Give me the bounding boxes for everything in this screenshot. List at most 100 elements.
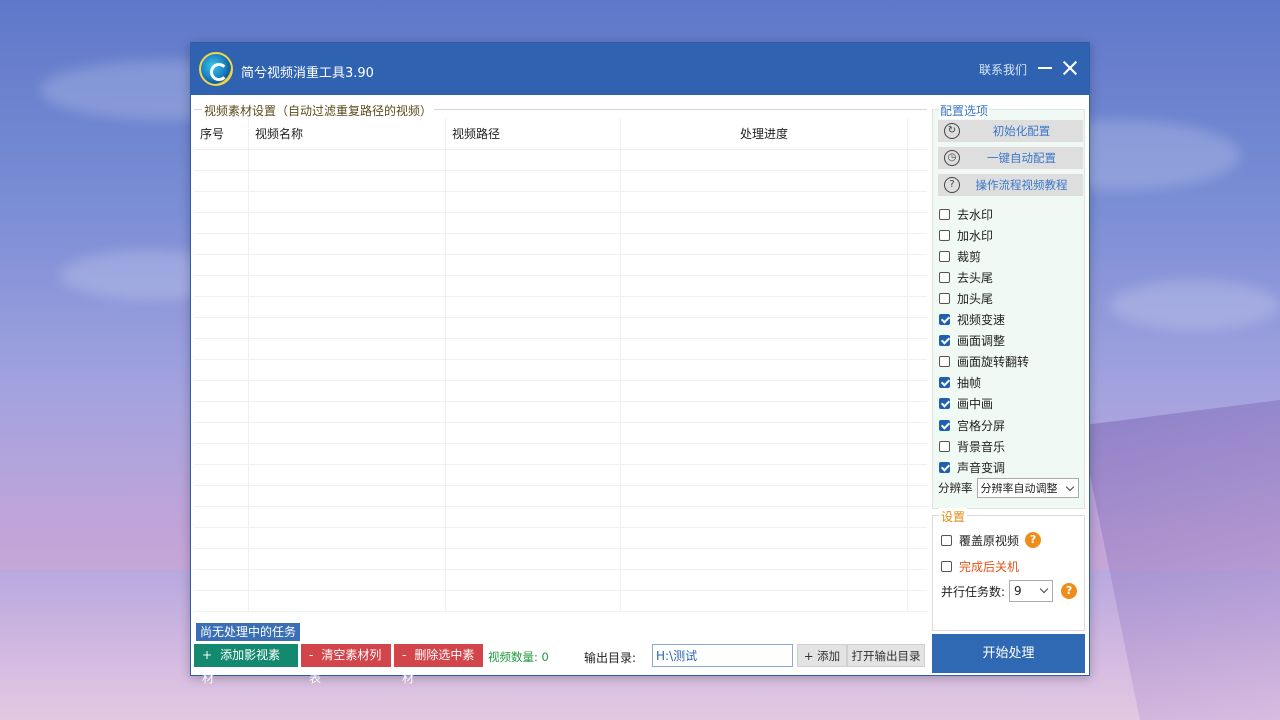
output-dir-input[interactable] xyxy=(652,644,793,667)
option-checkbox[interactable] xyxy=(939,229,950,241)
table-cell xyxy=(249,276,446,296)
table-row[interactable] xyxy=(194,234,927,255)
option-checkbox[interactable] xyxy=(939,398,950,410)
column-header-path[interactable]: 视频路径 xyxy=(446,118,621,149)
table-row[interactable] xyxy=(194,297,927,318)
reset-icon: ↻ xyxy=(944,123,960,139)
help-icon[interactable]: ? xyxy=(1061,583,1078,599)
table-row[interactable] xyxy=(194,255,927,276)
table-cell xyxy=(908,570,927,590)
option-checkbox-row[interactable]: 视频变速 xyxy=(939,312,1005,328)
add-output-button[interactable]: + 添加 xyxy=(797,644,847,667)
option-checkbox-row[interactable]: 加水印 xyxy=(939,227,993,243)
table-row[interactable] xyxy=(194,381,927,402)
table-cell xyxy=(194,465,249,485)
table-row[interactable] xyxy=(194,423,927,444)
option-checkbox[interactable] xyxy=(939,461,950,473)
table-row[interactable] xyxy=(194,465,927,486)
close-icon[interactable] xyxy=(1059,56,1081,80)
table-cell xyxy=(621,192,908,212)
option-checkbox[interactable] xyxy=(939,419,950,431)
option-checkbox[interactable] xyxy=(939,440,950,452)
table-row[interactable] xyxy=(194,192,927,213)
tutorial-button[interactable]: ? 操作流程视频教程 xyxy=(938,174,1083,196)
option-label: 去水印 xyxy=(957,207,994,222)
option-checkbox-row[interactable]: 宫格分屏 xyxy=(939,417,1005,433)
overwrite-checkbox[interactable] xyxy=(941,534,952,546)
column-header-extra xyxy=(908,118,927,149)
parallel-tasks-select[interactable]: 9 xyxy=(1009,580,1054,602)
option-checkbox[interactable] xyxy=(939,335,950,347)
option-checkbox-row[interactable]: 去水印 xyxy=(939,206,993,222)
option-checkbox-row[interactable]: 去头尾 xyxy=(939,269,993,285)
option-checkbox-row[interactable]: 画面调整 xyxy=(939,333,1005,349)
option-checkbox-row[interactable]: 画中画 xyxy=(939,396,993,412)
table-cell xyxy=(621,234,908,254)
title-bar[interactable]: 简兮视频消重工具3.90 联系我们 xyxy=(191,43,1089,95)
add-material-button[interactable]: + 添加影视素材 xyxy=(194,644,298,685)
history-icon: ◷ xyxy=(944,150,960,166)
option-checkbox-row[interactable]: 声音变调 xyxy=(939,459,1005,475)
option-checkbox-row[interactable]: 画面旋转翻转 xyxy=(939,354,1029,370)
delete-selected-button[interactable]: - 删除选中素材 xyxy=(394,644,483,685)
table-cell xyxy=(621,423,908,443)
help-icon[interactable]: ? xyxy=(1025,532,1042,548)
option-label: 抽帧 xyxy=(957,376,982,391)
table-row[interactable] xyxy=(194,339,927,360)
table-cell xyxy=(249,255,446,275)
materials-table[interactable]: 序号 视频名称 视频路径 处理进度 xyxy=(194,118,927,620)
table-row[interactable] xyxy=(194,360,927,381)
option-checkbox[interactable] xyxy=(939,377,950,389)
start-processing-button[interactable]: 开始处理 xyxy=(932,634,1085,673)
table-row[interactable] xyxy=(194,591,927,612)
option-checkbox[interactable] xyxy=(939,356,950,368)
table-cell xyxy=(908,318,927,338)
resolution-row: 分辨率 分辨率自动调整 xyxy=(938,478,1079,498)
option-checkbox[interactable] xyxy=(939,271,950,283)
table-row[interactable] xyxy=(194,444,927,465)
table-cell xyxy=(249,297,446,317)
table-row[interactable] xyxy=(194,528,927,549)
table-row[interactable] xyxy=(194,276,927,297)
minus-icon: - xyxy=(309,648,314,662)
table-cell xyxy=(446,444,621,464)
table-row[interactable] xyxy=(194,486,927,507)
option-checkbox-row[interactable]: 抽帧 xyxy=(939,375,981,391)
table-row[interactable] xyxy=(194,171,927,192)
column-header-name[interactable]: 视频名称 xyxy=(249,118,446,149)
plus-icon: + xyxy=(202,648,213,662)
option-checkbox-row[interactable]: 背景音乐 xyxy=(939,438,1005,454)
shutdown-checkbox-row[interactable]: 完成后关机 xyxy=(941,558,1019,574)
table-cell xyxy=(194,423,249,443)
table-cell xyxy=(194,402,249,422)
table-cell xyxy=(908,150,927,170)
option-checkbox[interactable] xyxy=(939,292,950,304)
table-row[interactable] xyxy=(194,570,927,591)
auto-config-button[interactable]: ◷ 一键自动配置 xyxy=(938,147,1083,169)
table-row[interactable] xyxy=(194,318,927,339)
init-config-button[interactable]: ↻ 初始化配置 xyxy=(938,120,1083,142)
table-row[interactable] xyxy=(194,213,927,234)
table-cell xyxy=(446,402,621,422)
table-cell xyxy=(908,192,927,212)
option-checkbox-row[interactable]: 加头尾 xyxy=(939,290,993,306)
column-header-index[interactable]: 序号 xyxy=(194,118,249,149)
contact-us-link[interactable]: 联系我们 xyxy=(979,61,1027,78)
column-header-progress[interactable]: 处理进度 xyxy=(621,118,908,149)
table-row[interactable] xyxy=(194,507,927,528)
option-checkbox-row[interactable]: 裁剪 xyxy=(939,248,981,264)
table-cell xyxy=(621,381,908,401)
option-checkbox[interactable] xyxy=(939,314,950,325)
resolution-select[interactable]: 分辨率自动调整 xyxy=(976,478,1079,498)
option-checkbox[interactable] xyxy=(939,250,950,262)
clear-list-button[interactable]: - 清空素材列表 xyxy=(301,644,391,685)
table-row[interactable] xyxy=(194,150,927,171)
shutdown-checkbox[interactable] xyxy=(941,560,952,572)
table-row[interactable] xyxy=(194,402,927,423)
overwrite-checkbox-row[interactable]: 覆盖原视频 ? xyxy=(941,532,1042,548)
table-row[interactable] xyxy=(194,549,927,570)
option-checkbox[interactable] xyxy=(939,208,950,220)
table-cell xyxy=(249,339,446,359)
minimize-icon[interactable] xyxy=(1035,56,1055,80)
open-output-dir-button[interactable]: 打开输出目录 xyxy=(847,644,925,667)
